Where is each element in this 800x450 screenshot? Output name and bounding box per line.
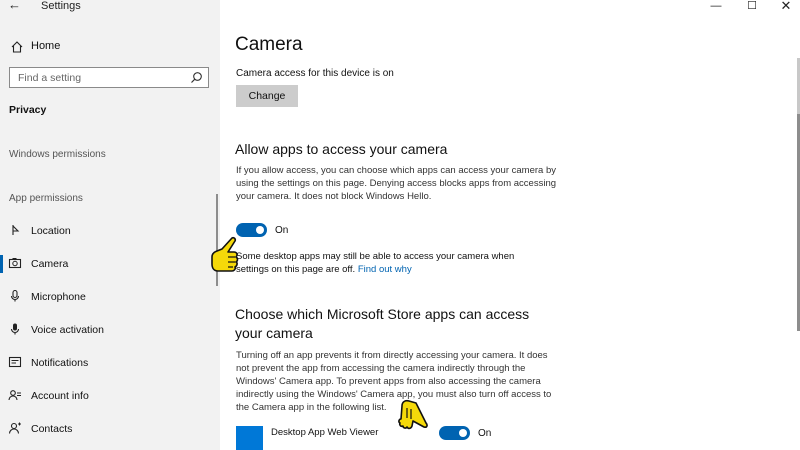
section-title-privacy: Privacy bbox=[9, 104, 47, 116]
notifications-icon bbox=[8, 355, 22, 369]
sidebar-item-notifications[interactable]: Notifications bbox=[0, 350, 218, 376]
find-out-why-link[interactable]: Find out why bbox=[358, 264, 412, 275]
sidebar-item-location[interactable]: Location bbox=[0, 218, 218, 244]
device-access-status: Camera access for this device is on bbox=[236, 68, 394, 79]
sidebar-item-account-info[interactable]: Account info bbox=[0, 383, 218, 409]
camera-icon bbox=[8, 256, 22, 270]
toggle-knob bbox=[256, 226, 264, 234]
sidebar-item-label: Location bbox=[31, 225, 71, 237]
maximize-icon[interactable]: ☐ bbox=[742, 0, 762, 14]
minimize-icon[interactable]: — bbox=[706, 0, 726, 14]
toggle-knob bbox=[459, 429, 467, 437]
microphone-icon bbox=[8, 289, 22, 303]
store-apps-description: Turning off an app prevents it from dire… bbox=[236, 350, 552, 413]
back-arrow-icon[interactable]: ← bbox=[8, 0, 24, 12]
contacts-icon bbox=[8, 421, 22, 435]
home-nav-item[interactable]: Home bbox=[0, 36, 220, 58]
sidebar-item-microphone[interactable]: Microphone bbox=[0, 284, 218, 310]
search-input[interactable]: Find a setting bbox=[9, 67, 209, 88]
allow-apps-toggle-state: On bbox=[275, 225, 289, 236]
app-tile-icon bbox=[236, 426, 263, 450]
sidebar-item-voice-activation[interactable]: Voice activation bbox=[0, 317, 218, 343]
hand-pointer-icon bbox=[208, 235, 242, 273]
sidebar-item-label: Notifications bbox=[31, 357, 89, 369]
search-placeholder: Find a setting bbox=[18, 72, 82, 84]
sidebar-item-label: Account info bbox=[31, 390, 89, 402]
home-icon bbox=[10, 40, 24, 54]
main-content: — ☐ ✕ Camera Camera access for this devi… bbox=[220, 0, 800, 450]
sidebar-item-label: Camera bbox=[31, 258, 69, 270]
sidebar-item-contacts[interactable]: Contacts bbox=[0, 416, 218, 442]
allow-apps-heading: Allow apps to access your camera bbox=[235, 141, 448, 157]
hand-pointer-icon bbox=[398, 392, 434, 430]
location-icon bbox=[8, 223, 22, 237]
voice-activation-icon bbox=[8, 322, 22, 336]
app-access-toggle-state: On bbox=[478, 428, 492, 439]
sidebar-item-label: Voice activation bbox=[31, 324, 104, 336]
windows-permissions-header: Windows permissions bbox=[9, 149, 106, 160]
change-button[interactable]: Change bbox=[236, 85, 298, 107]
allow-apps-description: If you allow access, you can choose whic… bbox=[236, 165, 557, 202]
title-bar-left: ← Settings bbox=[0, 0, 220, 16]
app-permissions-header: App permissions bbox=[9, 193, 83, 204]
store-apps-heading: Choose which Microsoft Store apps can ac… bbox=[235, 306, 530, 341]
account-info-icon bbox=[8, 388, 22, 402]
home-label: Home bbox=[31, 40, 61, 52]
search-icon[interactable] bbox=[190, 71, 203, 84]
app-name: Desktop App Web Viewer bbox=[271, 427, 379, 438]
close-icon[interactable]: ✕ bbox=[776, 0, 796, 14]
window-controls: — ☐ ✕ bbox=[690, 0, 800, 14]
sidebar-item-label: Contacts bbox=[31, 423, 73, 435]
active-indicator bbox=[0, 255, 3, 273]
app-title: Settings bbox=[41, 0, 81, 12]
app-access-toggle[interactable] bbox=[439, 426, 470, 440]
sidebar-item-label: Microphone bbox=[31, 291, 86, 303]
sidebar: ← Settings Home Find a setting Privacy W… bbox=[0, 0, 220, 450]
page-title: Camera bbox=[235, 34, 303, 55]
sidebar-item-camera[interactable]: Camera bbox=[0, 251, 218, 277]
desktop-apps-note: Some desktop apps may still be able to a… bbox=[236, 250, 536, 276]
